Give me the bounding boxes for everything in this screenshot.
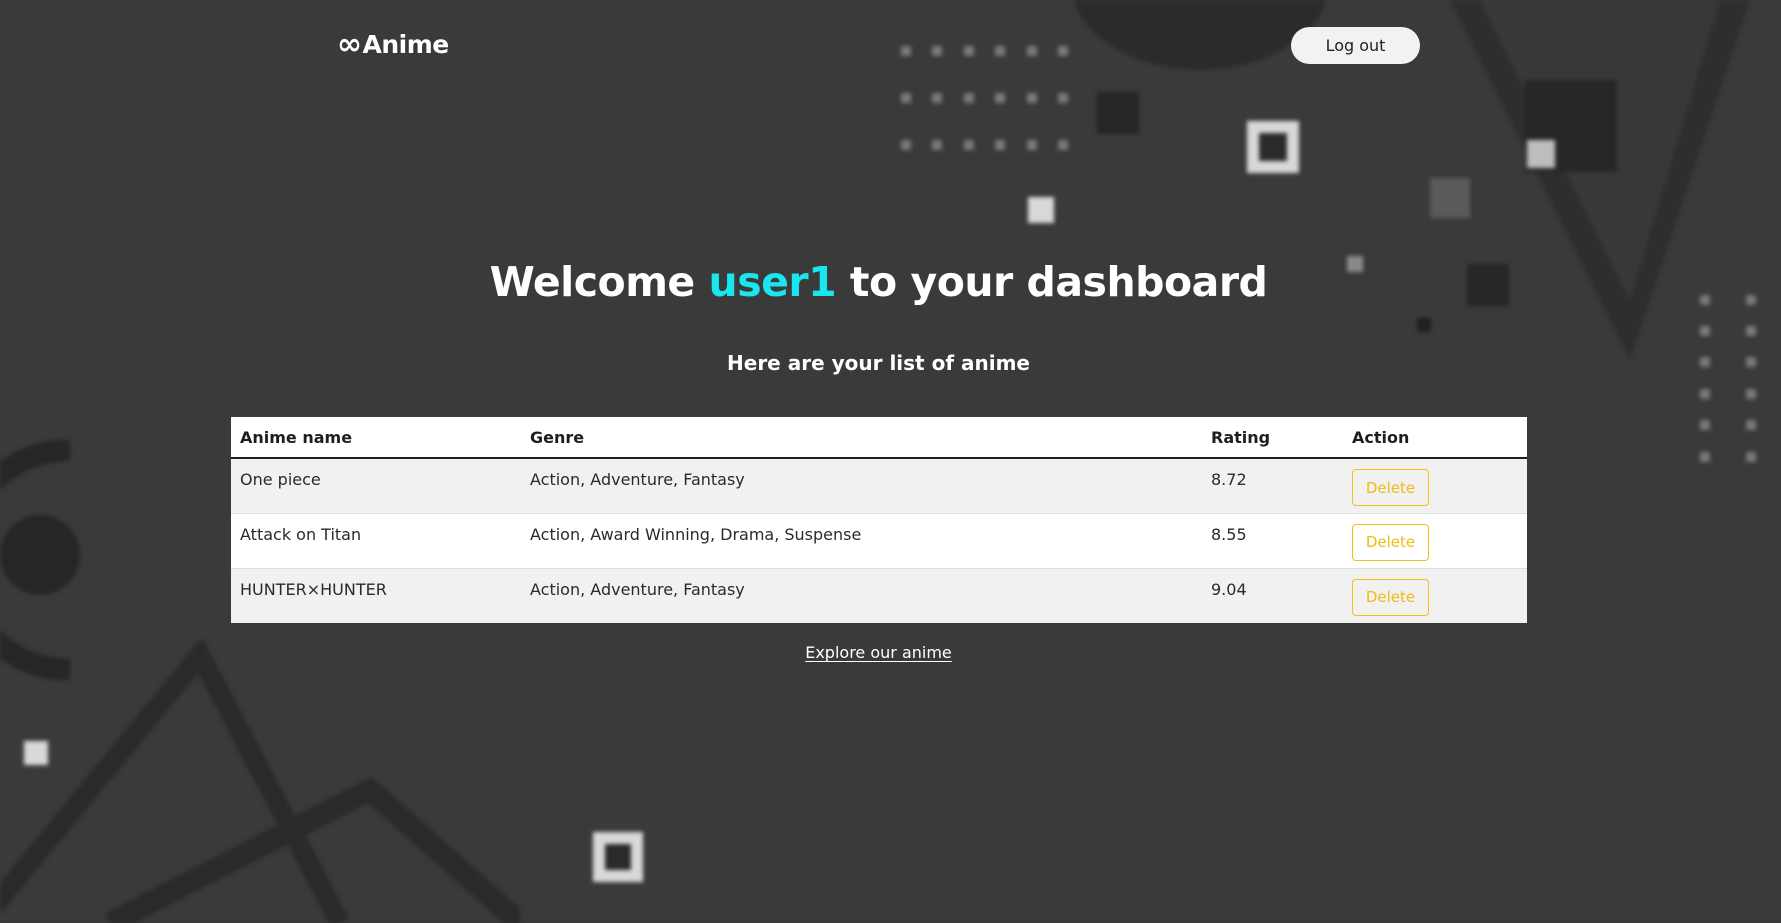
table-row: One piece Action, Adventure, Fantasy 8.7… [231,458,1527,513]
logout-button[interactable]: Log out [1291,27,1420,64]
delete-button[interactable]: Delete [1352,469,1429,506]
anime-table: Anime name Genre Rating Action One piece… [231,417,1527,623]
anime-name-cell: Attack on Titan [231,512,521,568]
rating-cell: 9.04 [1202,567,1343,623]
table-header-row: Anime name Genre Rating Action [231,417,1527,459]
explore-link-container: Explore our anime [0,643,1757,662]
table-row: HUNTER×HUNTER Action, Adventure, Fantasy… [231,567,1527,623]
username: user1 [708,258,837,306]
column-header-action: Action [1343,417,1527,459]
welcome-suffix: to your dashboard [836,258,1268,306]
page-title: Welcome user1 to your dashboard [0,258,1757,306]
column-header-anime-name: Anime name [231,417,521,459]
delete-button[interactable]: Delete [1352,523,1429,561]
logo[interactable]: ∞ Anime [337,27,449,62]
anime-name-cell: HUNTER×HUNTER [231,567,521,623]
table-row: Attack on Titan Action, Award Winning, D… [231,512,1527,568]
page-subtitle: Here are your list of anime [727,351,1030,375]
welcome-prefix: Welcome [489,258,709,306]
logo-text: Anime [362,30,450,59]
anime-name-cell: One piece [240,470,321,489]
action-cell: Delete [1343,458,1527,513]
action-cell: Delete [1343,567,1527,623]
genre-cell: Action, Adventure, Fantasy [521,567,1202,623]
rating-cell: 8.55 [1202,512,1343,568]
genre-cell: Action, Award Winning, Drama, Suspense [521,512,1202,568]
genre-cell: Action, Adventure, Fantasy [530,470,745,489]
infinity-icon: ∞ [337,27,362,62]
explore-anime-link[interactable]: Explore our anime [805,643,952,662]
column-header-rating: Rating [1202,417,1343,459]
delete-button[interactable]: Delete [1352,578,1429,616]
top-navbar: ∞ Anime Log out [0,0,1781,92]
anime-table-container: Anime name Genre Rating Action One piece… [231,417,1527,623]
rating-cell: 8.72 [1211,470,1247,489]
action-cell: Delete [1343,512,1527,568]
column-header-genre: Genre [521,417,1202,459]
